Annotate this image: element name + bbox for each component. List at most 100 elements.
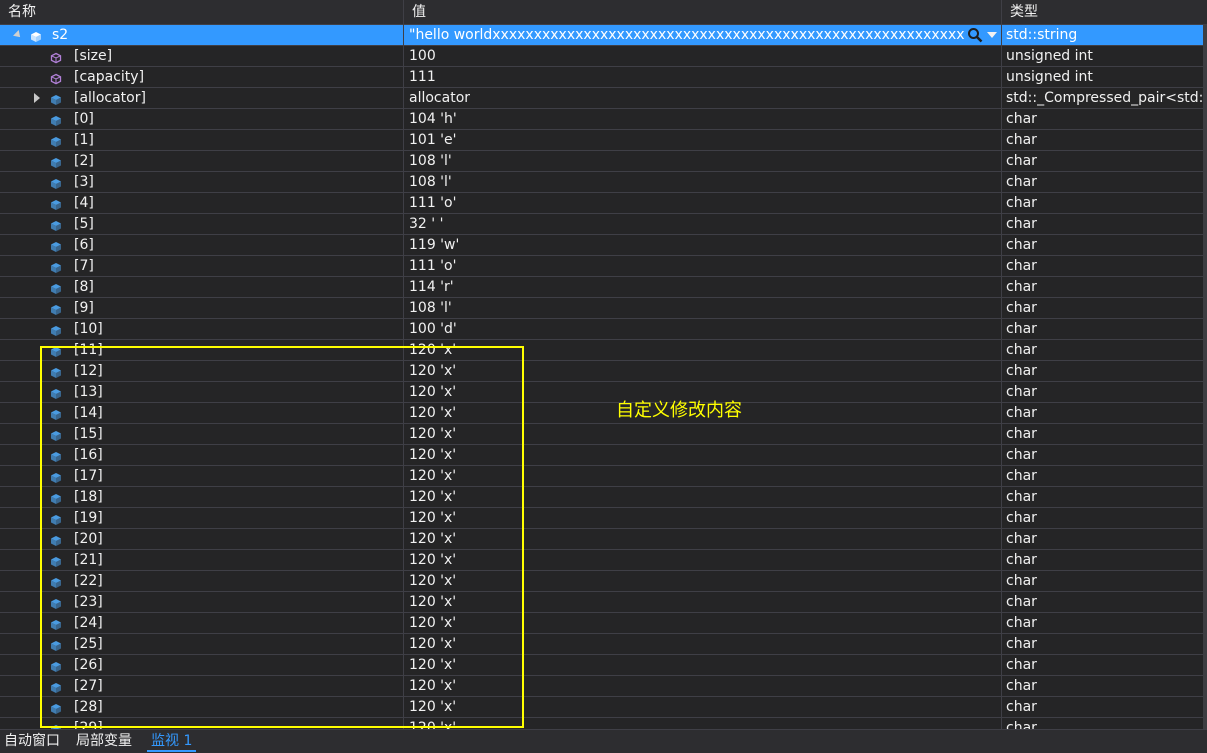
name-cell[interactable]: [7] xyxy=(0,256,404,276)
watch-row[interactable]: [18] 120 'x' char xyxy=(0,487,1203,508)
name-cell[interactable]: [28] xyxy=(0,697,404,717)
type-cell[interactable]: char xyxy=(1002,319,1202,339)
name-cell[interactable]: [10] xyxy=(0,319,404,339)
value-cell[interactable]: 120 'x' xyxy=(404,466,1002,486)
watch-row[interactable]: [28] 120 'x' char xyxy=(0,697,1203,718)
name-cell[interactable]: [13] xyxy=(0,382,404,402)
watch-row[interactable]: [2] 108 'l' char xyxy=(0,151,1203,172)
type-cell[interactable]: char xyxy=(1002,508,1202,528)
name-cell[interactable]: [5] xyxy=(0,214,404,234)
type-cell[interactable]: unsigned int xyxy=(1002,67,1202,87)
name-cell[interactable]: [4] xyxy=(0,193,404,213)
type-cell[interactable]: char xyxy=(1002,382,1202,402)
type-cell[interactable]: char xyxy=(1002,403,1202,423)
column-header-type[interactable]: 类型 xyxy=(1002,0,1207,24)
value-cell[interactable]: 108 'l' xyxy=(404,151,1002,171)
value-cell[interactable]: 111 'o' xyxy=(404,256,1002,276)
name-cell[interactable]: [0] xyxy=(0,109,404,129)
value-cell[interactable]: 120 'x' xyxy=(404,529,1002,549)
type-cell[interactable]: char xyxy=(1002,550,1202,570)
value-cell[interactable]: 120 'x' xyxy=(404,571,1002,591)
value-cell[interactable]: 120 'x' xyxy=(404,445,1002,465)
name-cell[interactable]: [22] xyxy=(0,571,404,591)
type-cell[interactable]: unsigned int xyxy=(1002,46,1202,66)
watch-row[interactable]: [27] 120 'x' char xyxy=(0,676,1203,697)
expanded-arrow-icon[interactable] xyxy=(13,30,23,40)
type-cell[interactable]: char xyxy=(1002,130,1202,150)
name-cell[interactable]: [25] xyxy=(0,634,404,654)
value-cell[interactable]: 101 'e' xyxy=(404,130,1002,150)
name-cell[interactable]: [21] xyxy=(0,550,404,570)
column-header-value[interactable]: 值 xyxy=(404,0,1002,24)
name-cell[interactable]: [15] xyxy=(0,424,404,444)
watch-row[interactable]: [22] 120 'x' char xyxy=(0,571,1203,592)
watch-row[interactable]: [23] 120 'x' char xyxy=(0,592,1203,613)
value-cell[interactable]: 120 'x' xyxy=(404,340,1002,360)
value-cell[interactable]: 120 'x' xyxy=(404,361,1002,381)
value-cell[interactable]: "hello worldxxxxxxxxxxxxxxxxxxxxxxxxxxxx… xyxy=(404,25,1002,45)
type-cell[interactable]: char xyxy=(1002,529,1202,549)
value-cell[interactable]: 104 'h' xyxy=(404,109,1002,129)
value-cell[interactable]: 120 'x' xyxy=(404,718,1002,729)
type-cell[interactable]: char xyxy=(1002,613,1202,633)
type-cell[interactable]: char xyxy=(1002,151,1202,171)
watch-row[interactable]: [19] 120 'x' char xyxy=(0,508,1203,529)
value-cell[interactable]: allocator xyxy=(404,88,1002,108)
type-cell[interactable]: char xyxy=(1002,592,1202,612)
type-cell[interactable]: char xyxy=(1002,445,1202,465)
watch-row[interactable]: [capacity] 111 unsigned int xyxy=(0,67,1203,88)
type-cell[interactable]: char xyxy=(1002,256,1202,276)
text-visualizer-icon[interactable] xyxy=(967,27,983,45)
value-cell[interactable]: 111 'o' xyxy=(404,193,1002,213)
value-cell[interactable]: 120 'x' xyxy=(404,676,1002,696)
type-cell[interactable]: char xyxy=(1002,277,1202,297)
type-cell[interactable]: char xyxy=(1002,466,1202,486)
name-cell[interactable]: [2] xyxy=(0,151,404,171)
name-cell[interactable]: [16] xyxy=(0,445,404,465)
type-cell[interactable]: char xyxy=(1002,235,1202,255)
type-cell[interactable]: char xyxy=(1002,487,1202,507)
column-header-name[interactable]: 名称 xyxy=(0,0,404,24)
watch-row[interactable]: [29] 120 'x' char xyxy=(0,718,1203,729)
watch-row[interactable]: [6] 119 'w' char xyxy=(0,235,1203,256)
type-cell[interactable]: char xyxy=(1002,214,1202,234)
name-cell[interactable]: [19] xyxy=(0,508,404,528)
watch-row[interactable]: [5] 32 ' ' char xyxy=(0,214,1203,235)
type-cell[interactable]: char xyxy=(1002,424,1202,444)
value-cell[interactable]: 120 'x' xyxy=(404,550,1002,570)
watch-row[interactable]: [16] 120 'x' char xyxy=(0,445,1203,466)
watch-row[interactable]: [size] 100 unsigned int xyxy=(0,46,1203,67)
watch-row[interactable]: s2 "hello worldxxxxxxxxxxxxxxxxxxxxxxxxxx… xyxy=(0,25,1203,46)
watch-row[interactable]: [15] 120 'x' char xyxy=(0,424,1203,445)
type-cell[interactable]: char xyxy=(1002,361,1202,381)
name-cell[interactable]: [17] xyxy=(0,466,404,486)
watch-row[interactable]: [20] 120 'x' char xyxy=(0,529,1203,550)
value-cell[interactable]: 120 'x' xyxy=(404,487,1002,507)
type-cell[interactable]: char xyxy=(1002,193,1202,213)
value-cell[interactable]: 100 'd' xyxy=(404,319,1002,339)
value-cell[interactable]: 120 'x' xyxy=(404,697,1002,717)
name-cell[interactable]: [allocator] xyxy=(0,88,404,108)
name-cell[interactable]: [capacity] xyxy=(0,67,404,87)
type-cell[interactable]: char xyxy=(1002,676,1202,696)
type-cell[interactable]: char xyxy=(1002,634,1202,654)
name-cell[interactable]: [8] xyxy=(0,277,404,297)
visualizer-dropdown-icon[interactable] xyxy=(987,32,997,38)
name-cell[interactable]: [24] xyxy=(0,613,404,633)
watch-row[interactable]: [21] 120 'x' char xyxy=(0,550,1203,571)
watch-row[interactable]: [12] 120 'x' char xyxy=(0,361,1203,382)
name-cell[interactable]: [26] xyxy=(0,655,404,675)
watch-row[interactable]: [10] 100 'd' char xyxy=(0,319,1203,340)
value-cell[interactable]: 108 'l' xyxy=(404,172,1002,192)
watch-row[interactable]: [11] 120 'x' char xyxy=(0,340,1203,361)
watch-row[interactable]: [25] 120 'x' char xyxy=(0,634,1203,655)
name-cell[interactable]: [9] xyxy=(0,298,404,318)
watch-row[interactable]: [4] 111 'o' char xyxy=(0,193,1203,214)
value-cell[interactable]: 120 'x' xyxy=(404,508,1002,528)
tab-locals[interactable]: 局部变量 xyxy=(72,730,136,752)
name-cell[interactable]: [29] xyxy=(0,718,404,729)
value-cell[interactable]: 100 xyxy=(404,46,1002,66)
value-cell[interactable]: 114 'r' xyxy=(404,277,1002,297)
type-cell[interactable]: char xyxy=(1002,697,1202,717)
type-cell[interactable]: char xyxy=(1002,655,1202,675)
